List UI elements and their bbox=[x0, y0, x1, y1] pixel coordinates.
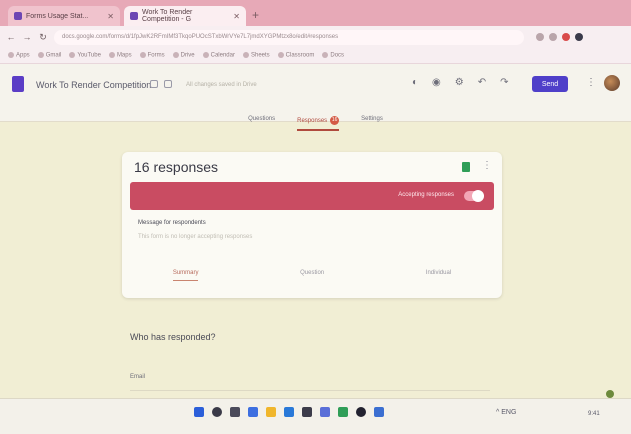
browser-tab-strip: Forms Usage Stat... ✕ Work To Render Com… bbox=[0, 0, 631, 26]
bookmark-item[interactable]: Forms bbox=[139, 52, 165, 59]
browser-tab-active[interactable]: Work To Render Competition - G ✕ bbox=[124, 6, 246, 26]
main-content: 16 responses ⋮ Accepting responses Messa… bbox=[0, 122, 631, 398]
more-vert-icon[interactable]: ⋮ bbox=[482, 160, 492, 171]
bookmark-item[interactable]: Apps bbox=[8, 52, 30, 59]
bookmark-item[interactable]: Classroom bbox=[277, 52, 314, 59]
message-label: Message for respondents bbox=[138, 220, 206, 226]
forms-favicon-icon bbox=[14, 12, 22, 20]
edge-icon[interactable] bbox=[284, 407, 294, 417]
clock[interactable]: 9:41 bbox=[588, 411, 600, 417]
search-icon[interactable] bbox=[212, 407, 222, 417]
extension-icon[interactable] bbox=[562, 33, 570, 41]
message-field[interactable]: This form is no longer accepting respons… bbox=[138, 234, 338, 240]
app-icon[interactable] bbox=[356, 407, 366, 417]
taskbar-apps bbox=[194, 407, 384, 417]
bookmark-item[interactable]: Gmail bbox=[37, 52, 61, 59]
file-explorer-icon[interactable] bbox=[266, 407, 276, 417]
response-view-tabs: Summary Question Individual bbox=[122, 270, 502, 281]
bookmark-item[interactable]: Docs bbox=[322, 52, 344, 59]
reload-icon[interactable]: ↻ bbox=[38, 32, 48, 43]
url-text: docs.google.com/forms/d/1fpJwK2RFmIMf3Tk… bbox=[62, 34, 339, 40]
close-icon[interactable]: ✕ bbox=[107, 12, 114, 21]
os-taskbar: ^ ENG 9:41 bbox=[0, 398, 631, 434]
forms-logo-icon[interactable] bbox=[12, 76, 24, 92]
tab-summary[interactable]: Summary bbox=[172, 270, 199, 281]
undo-icon[interactable]: ↶ bbox=[478, 77, 486, 88]
star-icon[interactable] bbox=[164, 80, 172, 88]
tab-questions[interactable]: Questions bbox=[248, 116, 275, 131]
more-vert-icon[interactable]: ⋮ bbox=[586, 77, 596, 88]
tab-question[interactable]: Question bbox=[300, 270, 324, 281]
eye-icon[interactable]: ◉ bbox=[432, 77, 441, 88]
store-icon[interactable] bbox=[302, 407, 312, 417]
mail-icon[interactable] bbox=[320, 407, 330, 417]
response-badge: 16 bbox=[330, 116, 340, 125]
forms-favicon-icon bbox=[130, 12, 138, 20]
help-icon[interactable] bbox=[606, 390, 614, 398]
widgets-icon[interactable] bbox=[248, 407, 258, 417]
plus-icon[interactable]: + bbox=[252, 8, 259, 22]
accepting-responses-bar: Accepting responses bbox=[130, 182, 494, 210]
bookmarks-bar: Apps Gmail YouTube Maps Forms Drive Cale… bbox=[0, 48, 631, 64]
settings-icon[interactable]: ⚙ bbox=[455, 77, 464, 88]
bookmark-item[interactable]: Drive bbox=[172, 52, 195, 59]
close-icon[interactable]: ✕ bbox=[233, 12, 240, 21]
send-button[interactable]: Send bbox=[532, 76, 568, 92]
browser-tab[interactable]: Forms Usage Stat... ✕ bbox=[8, 6, 120, 26]
back-icon[interactable]: ← bbox=[6, 32, 16, 42]
bookmark-item[interactable]: YouTube bbox=[69, 52, 101, 59]
start-icon[interactable] bbox=[194, 407, 204, 417]
redo-icon[interactable]: ↷ bbox=[500, 77, 508, 88]
forward-icon[interactable]: → bbox=[22, 32, 32, 42]
bookmark-item[interactable]: Calendar bbox=[202, 52, 235, 59]
tab-title: Work To Render Competition - G bbox=[142, 9, 193, 23]
word-icon[interactable] bbox=[374, 407, 384, 417]
tab-responses-label: Responses bbox=[297, 118, 328, 125]
divider bbox=[130, 390, 490, 391]
system-tray[interactable]: ^ ENG bbox=[496, 409, 516, 416]
profile-icon[interactable] bbox=[575, 33, 583, 41]
tab-individual[interactable]: Individual bbox=[426, 270, 451, 281]
tab-title: Forms Usage Stat... bbox=[26, 12, 89, 20]
forms-header: Work To Render Competition All changes s… bbox=[0, 64, 631, 122]
forms-tabs: Questions Responses 16 Settings bbox=[0, 116, 631, 131]
task-view-icon[interactable] bbox=[230, 407, 240, 417]
response-count: 16 responses bbox=[134, 159, 219, 175]
palette-icon[interactable]: ◐ bbox=[412, 77, 418, 88]
address-bar[interactable]: docs.google.com/forms/d/1fpJwK2RFmIMf3Tk… bbox=[54, 29, 524, 45]
email-label: Email bbox=[130, 374, 146, 380]
browser-toolbar: ← → ↻ docs.google.com/forms/d/1fpJwK2RFm… bbox=[0, 26, 631, 48]
toggle-knob bbox=[472, 190, 484, 202]
folder-icon[interactable] bbox=[150, 80, 158, 88]
tab-responses[interactable]: Responses 16 bbox=[297, 116, 340, 131]
bookmark-item[interactable]: Maps bbox=[108, 52, 132, 59]
who-responded-heading: Who has responded? bbox=[130, 332, 216, 342]
star-icon[interactable] bbox=[549, 33, 557, 41]
tab-settings[interactable]: Settings bbox=[361, 116, 383, 131]
accepting-toggle[interactable] bbox=[464, 190, 484, 202]
responses-card: 16 responses ⋮ Accepting responses Messa… bbox=[122, 152, 502, 298]
bookmark-item[interactable]: Sheets bbox=[242, 52, 270, 59]
extensions bbox=[536, 33, 583, 41]
sheets-icon[interactable] bbox=[462, 162, 470, 172]
accepting-label: Accepting responses bbox=[398, 192, 454, 198]
save-status: All changes saved in Drive bbox=[186, 82, 257, 88]
extension-icon[interactable] bbox=[536, 33, 544, 41]
form-title[interactable]: Work To Render Competition bbox=[36, 80, 151, 90]
avatar[interactable] bbox=[604, 75, 620, 91]
chrome-icon[interactable] bbox=[338, 407, 348, 417]
